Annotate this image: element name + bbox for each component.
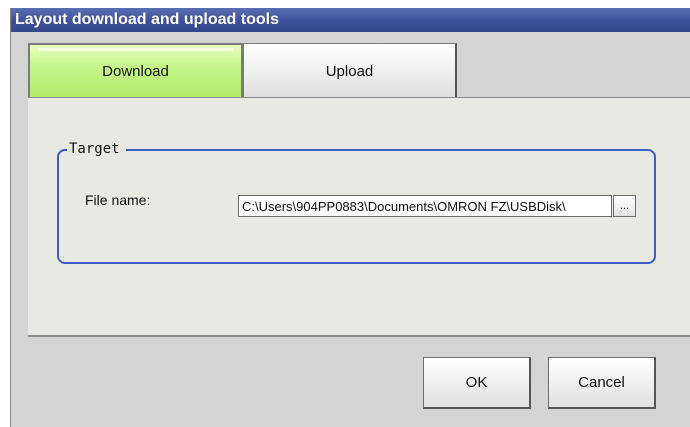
file-name-input[interactable]: [238, 195, 612, 217]
layout-tools-dialog: Layout download and upload tools Downloa…: [10, 8, 690, 427]
file-name-label: File name:: [85, 192, 151, 208]
tab-upload-label: Upload: [325, 62, 374, 80]
download-panel: Target File name: ...: [28, 97, 690, 337]
browse-button[interactable]: ...: [613, 195, 636, 217]
target-groupbox: Target File name: ...: [57, 140, 656, 264]
target-group-title: Target: [67, 140, 126, 158]
tab-upload[interactable]: Upload: [243, 43, 457, 98]
cancel-button[interactable]: Cancel: [548, 357, 656, 409]
ok-button[interactable]: OK: [423, 357, 531, 409]
tab-highlight: [38, 48, 233, 51]
tab-download[interactable]: Download: [28, 43, 243, 98]
tab-download-label: Download: [102, 63, 169, 80]
title-bar: Layout download and upload tools: [11, 8, 690, 32]
